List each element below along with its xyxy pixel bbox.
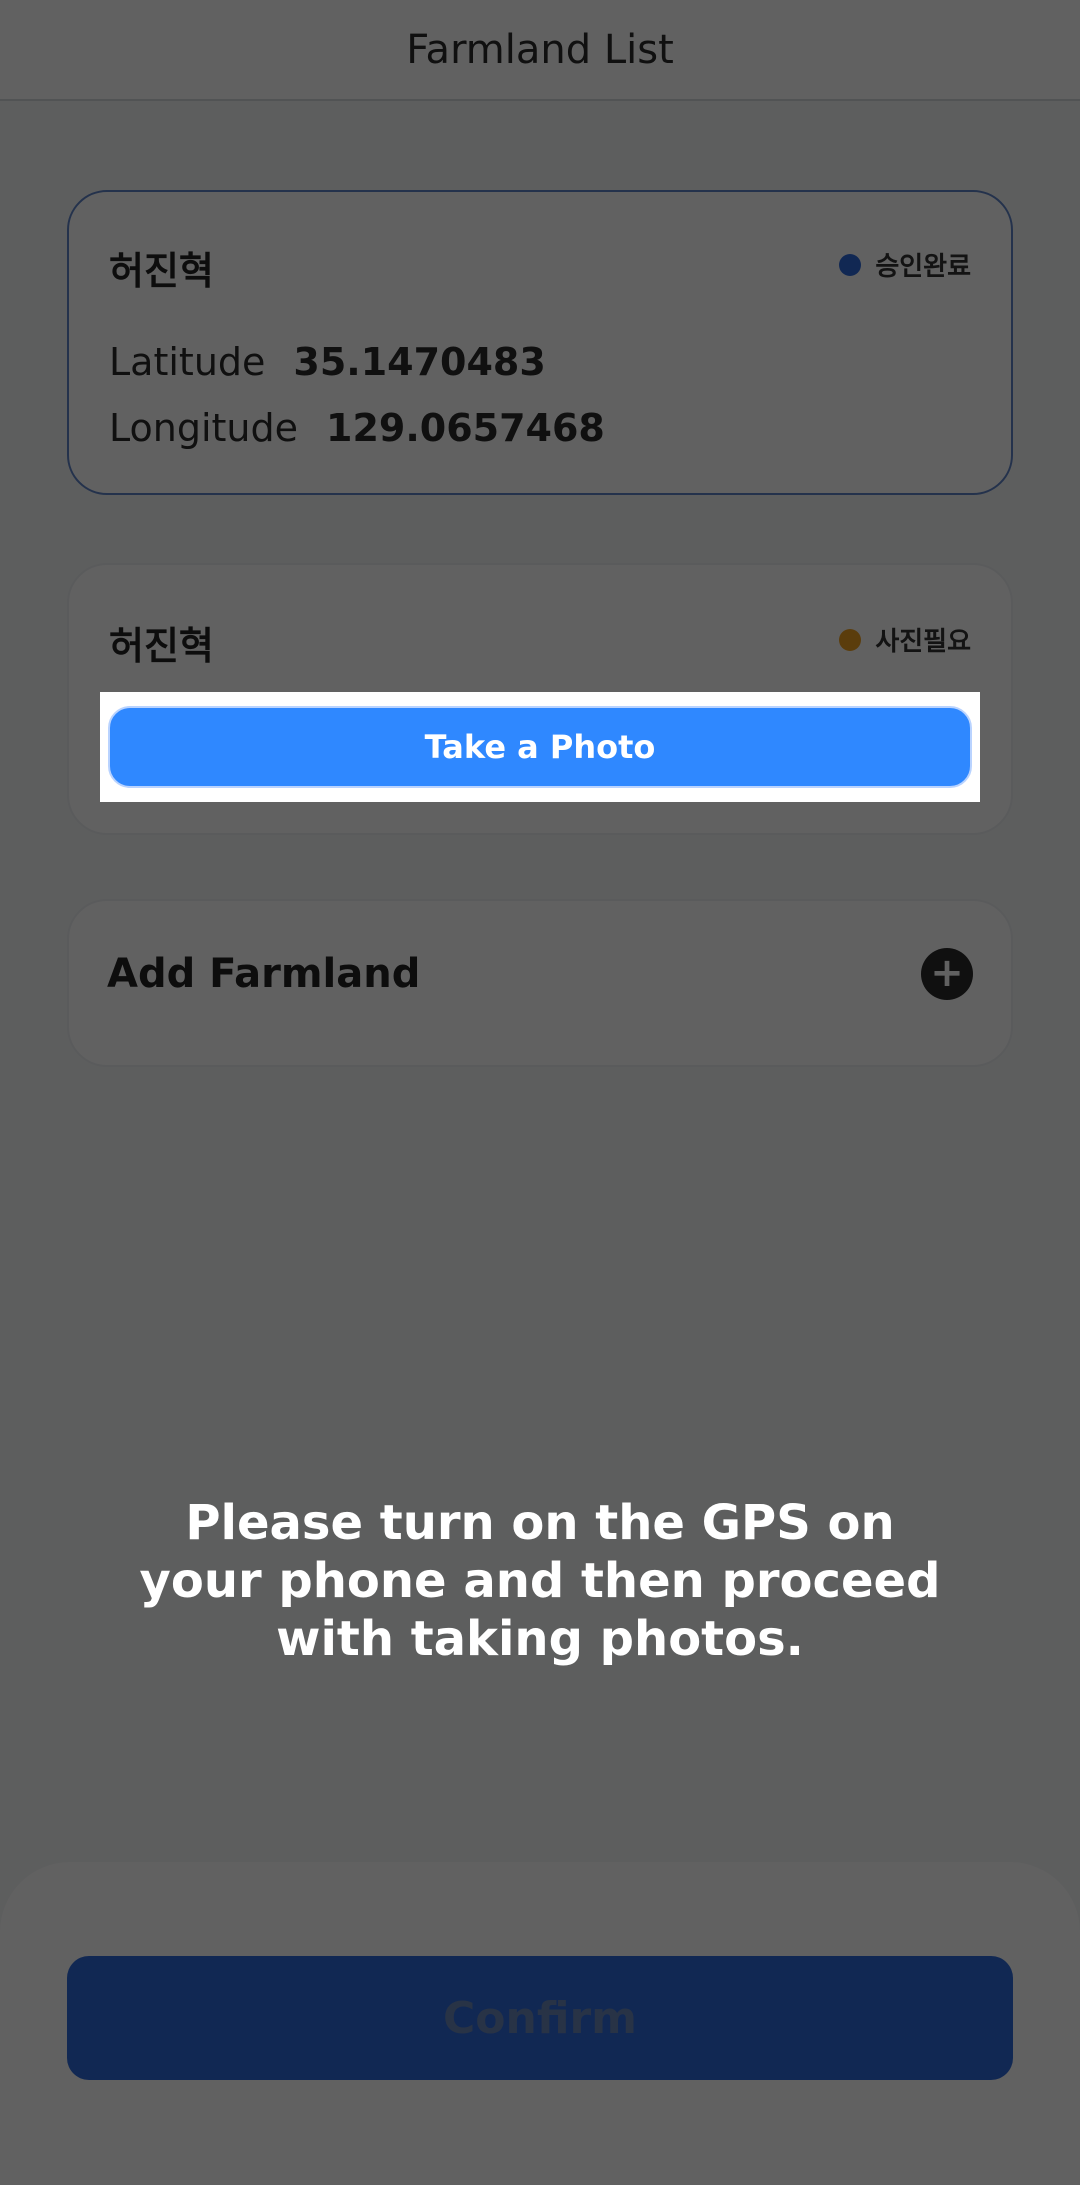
plus-circle-icon[interactable]: + (921, 948, 973, 1000)
gps-instruction-message: Please turn on the GPS on your phone and… (0, 1494, 1080, 1668)
farmland-owner-name: 허진혁 (109, 249, 214, 293)
latitude-row: Latitude 35.1470483 (109, 340, 546, 384)
page-title: Farmland List (406, 26, 674, 73)
latitude-label: Latitude (109, 340, 266, 384)
status-label: 승인완료 (875, 252, 971, 282)
status-label: 사진필요 (875, 627, 971, 657)
message-line: your phone and then proceed (139, 1553, 941, 1609)
longitude-label: Longitude (109, 406, 298, 450)
longitude-row: Longitude 129.0657468 (109, 406, 605, 450)
add-farmland-card[interactable]: Add Farmland + (67, 899, 1013, 1067)
longitude-value: 129.0657468 (326, 406, 605, 450)
confirm-button[interactable]: Confirm (67, 1956, 1013, 2080)
bottom-sheet: Confirm (0, 1862, 1080, 2185)
app-header: Farmland List (0, 0, 1080, 101)
message-line: Please turn on the GPS on (185, 1495, 895, 1551)
take-photo-button[interactable]: Take a Photo (108, 706, 972, 788)
add-farmland-label: Add Farmland (107, 951, 421, 997)
farmland-owner-name: 허진혁 (109, 624, 214, 668)
status-dot-icon (839, 628, 862, 651)
farmland-card-approved[interactable]: 허진혁 승인완료 Latitude 35.1470483 Longitude 1… (67, 190, 1013, 495)
status-dot-icon (839, 253, 862, 276)
latitude-value: 35.1470483 (293, 340, 546, 384)
status-badge: 사진필요 (839, 621, 971, 658)
message-line: with taking photos. (276, 1611, 804, 1667)
highlighted-photo-button-area: Take a Photo (100, 692, 980, 802)
status-badge: 승인완료 (839, 246, 971, 283)
